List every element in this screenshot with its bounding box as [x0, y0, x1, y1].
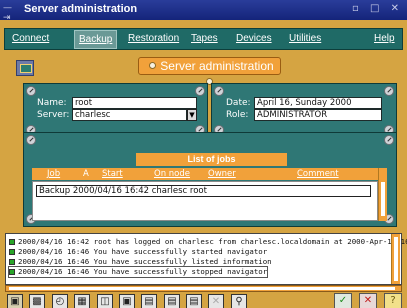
cancel-button[interactable]: ✕ [359, 293, 377, 308]
jobs-table-header: Job A Start On node Owner Comment [32, 168, 378, 180]
log-text: 2000/04/16 16:46 You have successfully s… [18, 267, 268, 276]
log-line: 2000/04/16 16:46 You have successfully l… [9, 257, 272, 267]
log-horizontal-scrollbar[interactable] [5, 285, 402, 292]
log-status-icon [9, 258, 15, 265]
log-status-icon [9, 248, 15, 255]
corner-screw-icon [384, 135, 394, 145]
window-title-bar: — ⇥ Server administration ▫ □ ✕ [0, 0, 407, 23]
document-icon[interactable]: ▤ [186, 294, 202, 308]
banner-title: Server administration [160, 59, 274, 73]
corner-screw-icon [195, 86, 205, 96]
menu-help[interactable]: Help [374, 33, 395, 44]
log-status-icon [9, 238, 15, 245]
log-scrollbar[interactable] [391, 234, 400, 284]
menu-backup[interactable]: Backup [74, 30, 118, 49]
menu-tapes[interactable]: Tapes [191, 33, 218, 44]
window-controls[interactable]: ▫ □ ✕ [352, 3, 403, 14]
column-on-node[interactable]: On node [154, 169, 190, 179]
page-banner: Server administration [138, 57, 281, 85]
banner-left-dot-icon [149, 62, 157, 69]
session-panel: Date: April 16, Sunday 2000 Role: ADMINI… [211, 83, 397, 138]
menu-utilities[interactable]: Utilities [289, 33, 321, 44]
corner-screw-icon [214, 86, 224, 96]
table-row[interactable]: Backup 2000/04/16 16:42 charlesc root [36, 185, 371, 197]
search-icon[interactable]: ⚲ [231, 294, 247, 308]
clock-icon[interactable]: ◴ [52, 294, 68, 308]
confirm-button[interactable]: ✓ [334, 293, 352, 308]
menu-devices[interactable]: Devices [236, 33, 272, 44]
column-owner[interactable]: Owner [208, 169, 236, 179]
date-label: Date: [226, 98, 251, 108]
window-title: Server administration [24, 3, 138, 15]
log-scrollbar-thumb[interactable] [394, 237, 398, 281]
log-text: 2000/04/16 16:46 You have successfully s… [18, 247, 268, 256]
server-icon[interactable]: ▤ [141, 294, 157, 308]
menu-connect[interactable]: Connect [12, 33, 49, 44]
cancel-x-icon[interactable]: ✕ [208, 294, 224, 308]
role-label: Role: [226, 110, 249, 120]
log-line: 2000/04/16 16:42 root has logged on char… [9, 237, 407, 247]
jobs-scrollbar[interactable] [378, 168, 387, 221]
server-select[interactable]: charlesc [72, 109, 187, 121]
jobs-scrollbar-thumb[interactable] [381, 182, 385, 216]
user-panel: Name: root Server: charlesc ▼ [23, 83, 208, 138]
corner-screw-icon [26, 86, 36, 96]
tape-icon[interactable]: ▦ [74, 294, 90, 308]
jobs-title: List of jobs [136, 153, 287, 166]
monitor-icon[interactable]: ▩ [29, 294, 45, 308]
help-button[interactable]: ? [384, 293, 402, 308]
log-status-icon [9, 268, 15, 275]
window-menu-icon[interactable]: — ⇥ [3, 3, 21, 23]
jobs-list[interactable]: Backup 2000/04/16 16:42 charlesc root [32, 181, 378, 221]
role-field: ADMINISTRATOR [254, 109, 382, 121]
backup-icon[interactable]: ▣ [7, 294, 23, 308]
column-comment[interactable]: Comment [297, 169, 339, 179]
date-field: April 16, Sunday 2000 [254, 97, 382, 109]
menu-bar: Connect Backup Restoration Tapes Devices… [4, 28, 403, 50]
column-job[interactable]: Job [47, 169, 60, 179]
corner-screw-icon [384, 86, 394, 96]
console-icon[interactable] [16, 60, 34, 76]
application-area: Connect Backup Restoration Tapes Devices… [0, 20, 407, 308]
server-dropdown-icon[interactable]: ▼ [187, 109, 197, 121]
column-start[interactable]: Start [102, 169, 123, 179]
log-line: 2000/04/16 16:46 You have successfully s… [9, 247, 267, 257]
name-label: Name: [37, 98, 67, 108]
server-label: Server: [37, 110, 70, 120]
corner-screw-icon [26, 135, 36, 145]
folder-icon[interactable]: ◫ [97, 294, 113, 308]
name-field[interactable]: root [72, 97, 197, 109]
log-horizontal-scrollbar-thumb[interactable] [9, 287, 395, 290]
device-icon[interactable]: ▣ [119, 294, 135, 308]
log-panel: 2000/04/16 16:42 root has logged on char… [5, 233, 407, 285]
log-line: 2000/04/16 16:46 You have successfully s… [7, 266, 269, 278]
column-a[interactable]: A [83, 169, 89, 179]
panel-icon[interactable]: ▤ [164, 294, 180, 308]
log-text: 2000/04/16 16:42 root has logged on char… [18, 237, 407, 246]
log-text: 2000/04/16 16:46 You have successfully l… [18, 257, 272, 266]
menu-restoration[interactable]: Restoration [128, 33, 179, 44]
